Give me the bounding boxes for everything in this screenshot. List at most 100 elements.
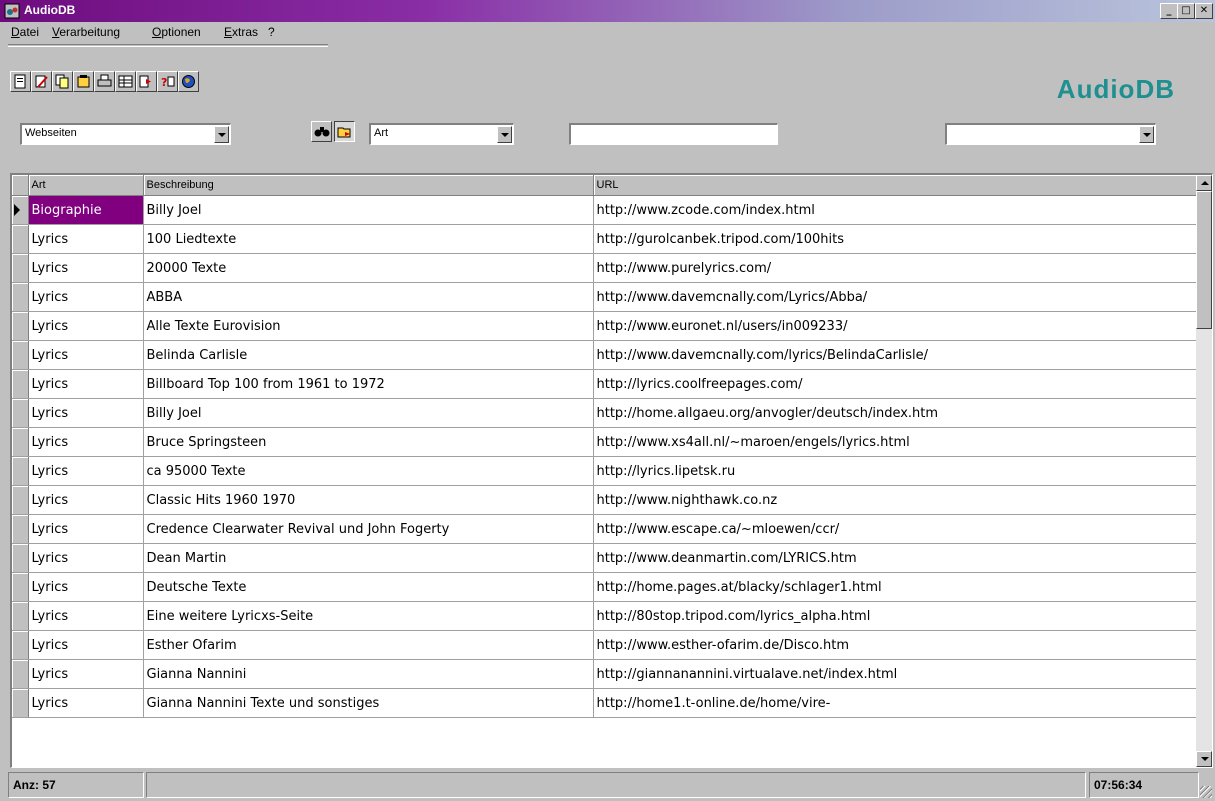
row-selector[interactable] — [12, 282, 29, 312]
menu-optionen[interactable]: Optionen — [152, 25, 201, 39]
row-selector[interactable] — [12, 195, 29, 225]
edit-icon[interactable] — [31, 71, 52, 92]
cell-art[interactable]: Lyrics — [28, 659, 144, 689]
row-selector[interactable] — [12, 543, 29, 573]
field-dropdown-arrow[interactable] — [497, 126, 512, 143]
cell-beschreibung[interactable]: Billy Joel — [143, 398, 594, 428]
cell-art[interactable]: Lyrics — [28, 427, 144, 457]
scroll-thumb[interactable] — [1196, 191, 1212, 329]
cell-art[interactable]: Lyrics — [28, 485, 144, 515]
table-row[interactable]: Lyrics Alle Texte Eurovision http://www.eu… — [12, 311, 1199, 341]
row-selector[interactable] — [12, 340, 29, 370]
category-dropdown-arrow[interactable] — [214, 126, 229, 143]
cell-beschreibung[interactable]: Credence Clearwater Revival und John Fog… — [143, 514, 594, 544]
export-icon[interactable] — [136, 71, 157, 92]
globe-icon[interactable] — [178, 71, 199, 92]
cell-beschreibung[interactable]: Dean Martin — [143, 543, 594, 573]
menu-extras[interactable]: Extras — [224, 25, 258, 39]
close-button[interactable]: ✕ — [1195, 3, 1213, 19]
cell-beschreibung[interactable]: ABBA — [143, 282, 594, 312]
cell-beschreibung[interactable]: Deutsche Texte — [143, 572, 594, 602]
cell-url[interactable]: http://www.zcode.com/index.html — [593, 195, 1199, 225]
cell-art[interactable]: Biographie — [28, 195, 144, 225]
cell-art[interactable]: Lyrics — [28, 630, 144, 660]
table-row[interactable]: Lyrics ca 95000 Texte http://lyrics.lipets… — [12, 456, 1199, 486]
cell-beschreibung[interactable]: 20000 Texte — [143, 253, 594, 283]
resize-grip[interactable] — [1200, 786, 1212, 798]
table-row[interactable]: Lyrics Credence Clearwater Revival und Jo… — [12, 514, 1199, 544]
table-row[interactable]: Lyrics Classic Hits 1960 1970 http://www.n… — [12, 485, 1199, 515]
row-selector[interactable] — [12, 427, 29, 457]
cell-art[interactable]: Lyrics — [28, 572, 144, 602]
cell-art[interactable]: Lyrics — [28, 340, 144, 370]
table-row[interactable]: Lyrics Esther Ofarim http://www.esther-ofa… — [12, 630, 1199, 660]
cell-art[interactable]: Lyrics — [28, 514, 144, 544]
row-selector[interactable] — [12, 630, 29, 660]
cell-url[interactable]: http://www.nighthawk.co.nz — [593, 485, 1199, 515]
cell-beschreibung[interactable]: Classic Hits 1960 1970 — [143, 485, 594, 515]
cell-art[interactable]: Lyrics — [28, 282, 144, 312]
cell-art[interactable]: Lyrics — [28, 543, 144, 573]
table-icon[interactable] — [115, 71, 136, 92]
data-grid[interactable]: Art Beschreibung URL Biographie Billy Joe… — [10, 173, 1213, 768]
cell-url[interactable]: http://www.davemcnally.com/Lyrics/Abba/ — [593, 282, 1199, 312]
table-row[interactable]: Lyrics ABBA http://www.davemcnally.com/Lyr… — [12, 282, 1199, 312]
row-selector[interactable] — [12, 456, 29, 486]
filter-toggle-icon[interactable] — [334, 121, 355, 142]
cell-url[interactable]: http://home.allgaeu.org/anvogler/deutsch… — [593, 398, 1199, 428]
row-selector[interactable] — [12, 311, 29, 341]
table-row[interactable]: Lyrics 100 Liedtexte http://gurolcanbek.tr… — [12, 224, 1199, 254]
cell-url[interactable]: http://www.davemcnally.com/lyrics/Belind… — [593, 340, 1199, 370]
cell-url[interactable]: http://lyrics.coolfreepages.com/ — [593, 369, 1199, 399]
cell-url[interactable]: http://www.xs4all.nl/~maroen/engels/lyri… — [593, 427, 1199, 457]
cell-art[interactable]: Lyrics — [28, 688, 144, 718]
table-row[interactable]: Lyrics 20000 Texte http://www.purelyrics.c… — [12, 253, 1199, 283]
new-record-icon[interactable] — [10, 71, 31, 92]
category-select[interactable]: Webseiten — [20, 123, 231, 145]
row-selector[interactable] — [12, 572, 29, 602]
cell-url[interactable]: http://www.escape.ca/~mloewen/ccr/ — [593, 514, 1199, 544]
cell-beschreibung[interactable]: 100 Liedtexte — [143, 224, 594, 254]
cell-beschreibung[interactable]: Bruce Springsteen — [143, 427, 594, 457]
maximize-button[interactable]: □ — [1177, 3, 1195, 19]
cell-url[interactable]: http://home1.t-online.de/home/vire- — [593, 688, 1199, 718]
cell-art[interactable]: Lyrics — [28, 398, 144, 428]
row-selector[interactable] — [12, 253, 29, 283]
cell-art[interactable]: Lyrics — [28, 311, 144, 341]
copy-icon[interactable] — [52, 71, 73, 92]
cell-url[interactable]: http://80stop.tripod.com/lyrics_alpha.ht… — [593, 601, 1199, 631]
cell-url[interactable]: http://www.purelyrics.com/ — [593, 253, 1199, 283]
cell-beschreibung[interactable]: Esther Ofarim — [143, 630, 594, 660]
row-selector[interactable] — [12, 688, 29, 718]
table-row[interactable]: Lyrics Bruce Springsteen http://www.xs4all… — [12, 427, 1199, 457]
row-selector[interactable] — [12, 485, 29, 515]
cell-url[interactable]: http://www.euronet.nl/users/in009233/ — [593, 311, 1199, 341]
cell-art[interactable]: Lyrics — [28, 456, 144, 486]
value-select[interactable] — [945, 123, 1156, 145]
print-icon[interactable] — [94, 71, 115, 92]
cell-url[interactable]: http://gurolcanbek.tripod.com/100hits — [593, 224, 1199, 254]
column-header-art[interactable]: Art — [28, 175, 144, 196]
menu-verarbeitung[interactable]: Verarbeitung — [52, 25, 120, 39]
cell-beschreibung[interactable]: Belinda Carlisle — [143, 340, 594, 370]
database-icon[interactable] — [73, 71, 94, 92]
cell-url[interactable]: http://www.esther-ofarim.de/Disco.htm — [593, 630, 1199, 660]
table-row[interactable]: Lyrics Belinda Carlisle http://www.davemcn… — [12, 340, 1199, 370]
table-row[interactable]: Lyrics Gianna Nannini http://giannanannini… — [12, 659, 1199, 689]
column-header-url[interactable]: URL — [593, 175, 1199, 196]
menu-datei[interactable]: Datei — [11, 25, 39, 39]
cell-art[interactable]: Lyrics — [28, 369, 144, 399]
table-row[interactable]: Lyrics Deutsche Texte http://home.pages.at… — [12, 572, 1199, 602]
table-row[interactable]: Lyrics Billboard Top 100 from 1961 to 197… — [12, 369, 1199, 399]
scroll-up-button[interactable] — [1196, 175, 1212, 191]
vertical-scrollbar[interactable] — [1196, 175, 1212, 767]
table-row[interactable]: Biographie Billy Joel http://www.zcode.com… — [12, 195, 1199, 225]
table-row[interactable]: Lyrics Eine weitere Lyricxs-Seite http://8… — [12, 601, 1199, 631]
cell-url[interactable]: http://home.pages.at/blacky/schlager1.ht… — [593, 572, 1199, 602]
cell-beschreibung[interactable]: Gianna Nannini — [143, 659, 594, 689]
cell-beschreibung[interactable]: Billboard Top 100 from 1961 to 1972 — [143, 369, 594, 399]
help-icon[interactable]: ? — [157, 71, 178, 92]
cell-url[interactable]: http://www.deanmartin.com/LYRICS.htm — [593, 543, 1199, 573]
row-selector[interactable] — [12, 398, 29, 428]
row-selector[interactable] — [12, 514, 29, 544]
